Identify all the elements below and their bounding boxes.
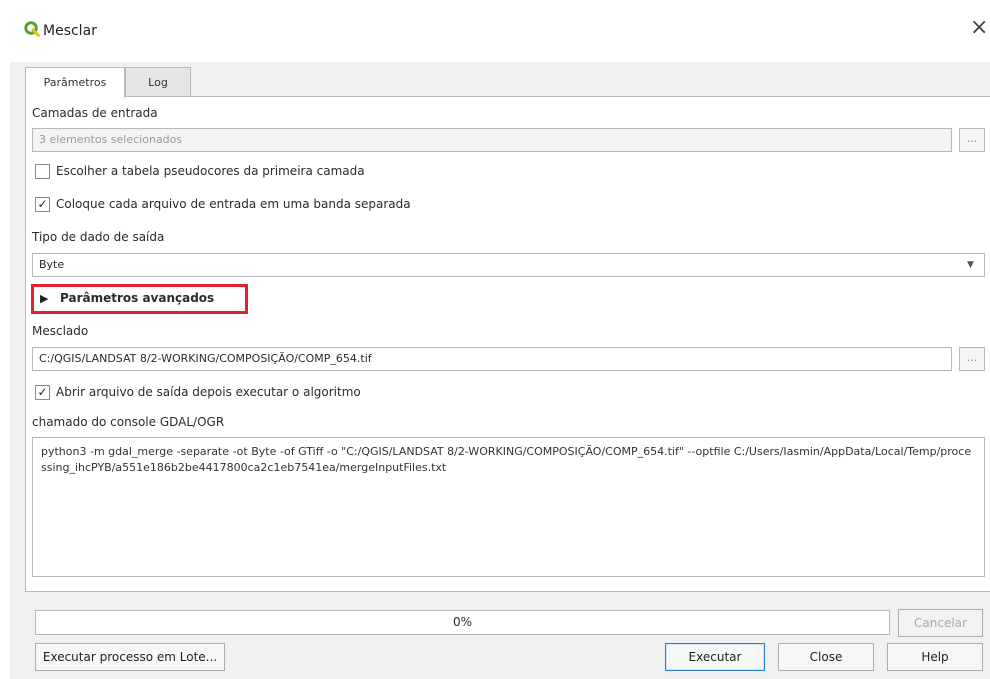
output-type-select[interactable]: Byte ▼ (32, 253, 985, 277)
console-call-label: chamado do console GDAL/OGR (32, 415, 225, 429)
pseudocolor-label: Escolher a tabela pseudocores da primeir… (56, 164, 365, 178)
merged-output-browse-button[interactable]: ... (959, 347, 985, 371)
title-bar: Mesclar × (10, 0, 990, 62)
output-type-label: Tipo de dado de saída (32, 230, 165, 244)
progress-bar: 0% (35, 610, 890, 635)
cancel-button[interactable]: Cancelar (898, 609, 983, 637)
qgis-logo-icon (24, 21, 40, 37)
tab-parametros[interactable]: Parâmetros (25, 67, 125, 98)
expand-triangle-icon[interactable]: ▶ (40, 292, 48, 305)
pseudocolor-checkbox[interactable] (35, 164, 50, 179)
console-command-text[interactable]: python3 -m gdal_merge -separate -ot Byte… (32, 437, 985, 577)
output-type-value: Byte (39, 258, 65, 271)
input-layers-browse-button[interactable]: ... (959, 128, 985, 152)
input-layers-field[interactable]: 3 elementos selecionados (32, 128, 952, 152)
window-title: Mesclar (43, 23, 97, 39)
parameters-panel: Camadas de entrada 3 elementos seleciona… (25, 96, 990, 592)
tab-log[interactable]: Log (125, 67, 191, 97)
separate-band-label: Coloque cada arquivo de entrada em uma b… (56, 197, 411, 211)
progress-text: 0% (452, 615, 473, 629)
merged-label: Mesclado (32, 324, 89, 338)
open-output-label: Abrir arquivo de saída depois executar o… (56, 385, 361, 399)
advanced-parameters-toggle[interactable]: Parâmetros avançados (60, 291, 214, 305)
close-button[interactable]: Close (778, 643, 874, 671)
input-layers-label: Camadas de entrada (32, 106, 158, 120)
merged-output-field[interactable]: C:/QGIS/LANDSAT 8/2-WORKING/COMPOSIÇÃO/C… (32, 347, 952, 371)
chevron-down-icon: ▼ (967, 260, 974, 270)
run-button[interactable]: Executar (665, 643, 765, 671)
mesclar-dialog: Mesclar × Parâmetros Log Camadas de entr… (10, 0, 990, 679)
close-icon[interactable]: × (970, 17, 988, 39)
batch-process-button[interactable]: Executar processo em Lote... (35, 643, 225, 671)
open-output-checkbox[interactable]: ✓ (35, 385, 50, 400)
separate-band-checkbox[interactable]: ✓ (35, 197, 50, 212)
help-button[interactable]: Help (887, 643, 983, 671)
